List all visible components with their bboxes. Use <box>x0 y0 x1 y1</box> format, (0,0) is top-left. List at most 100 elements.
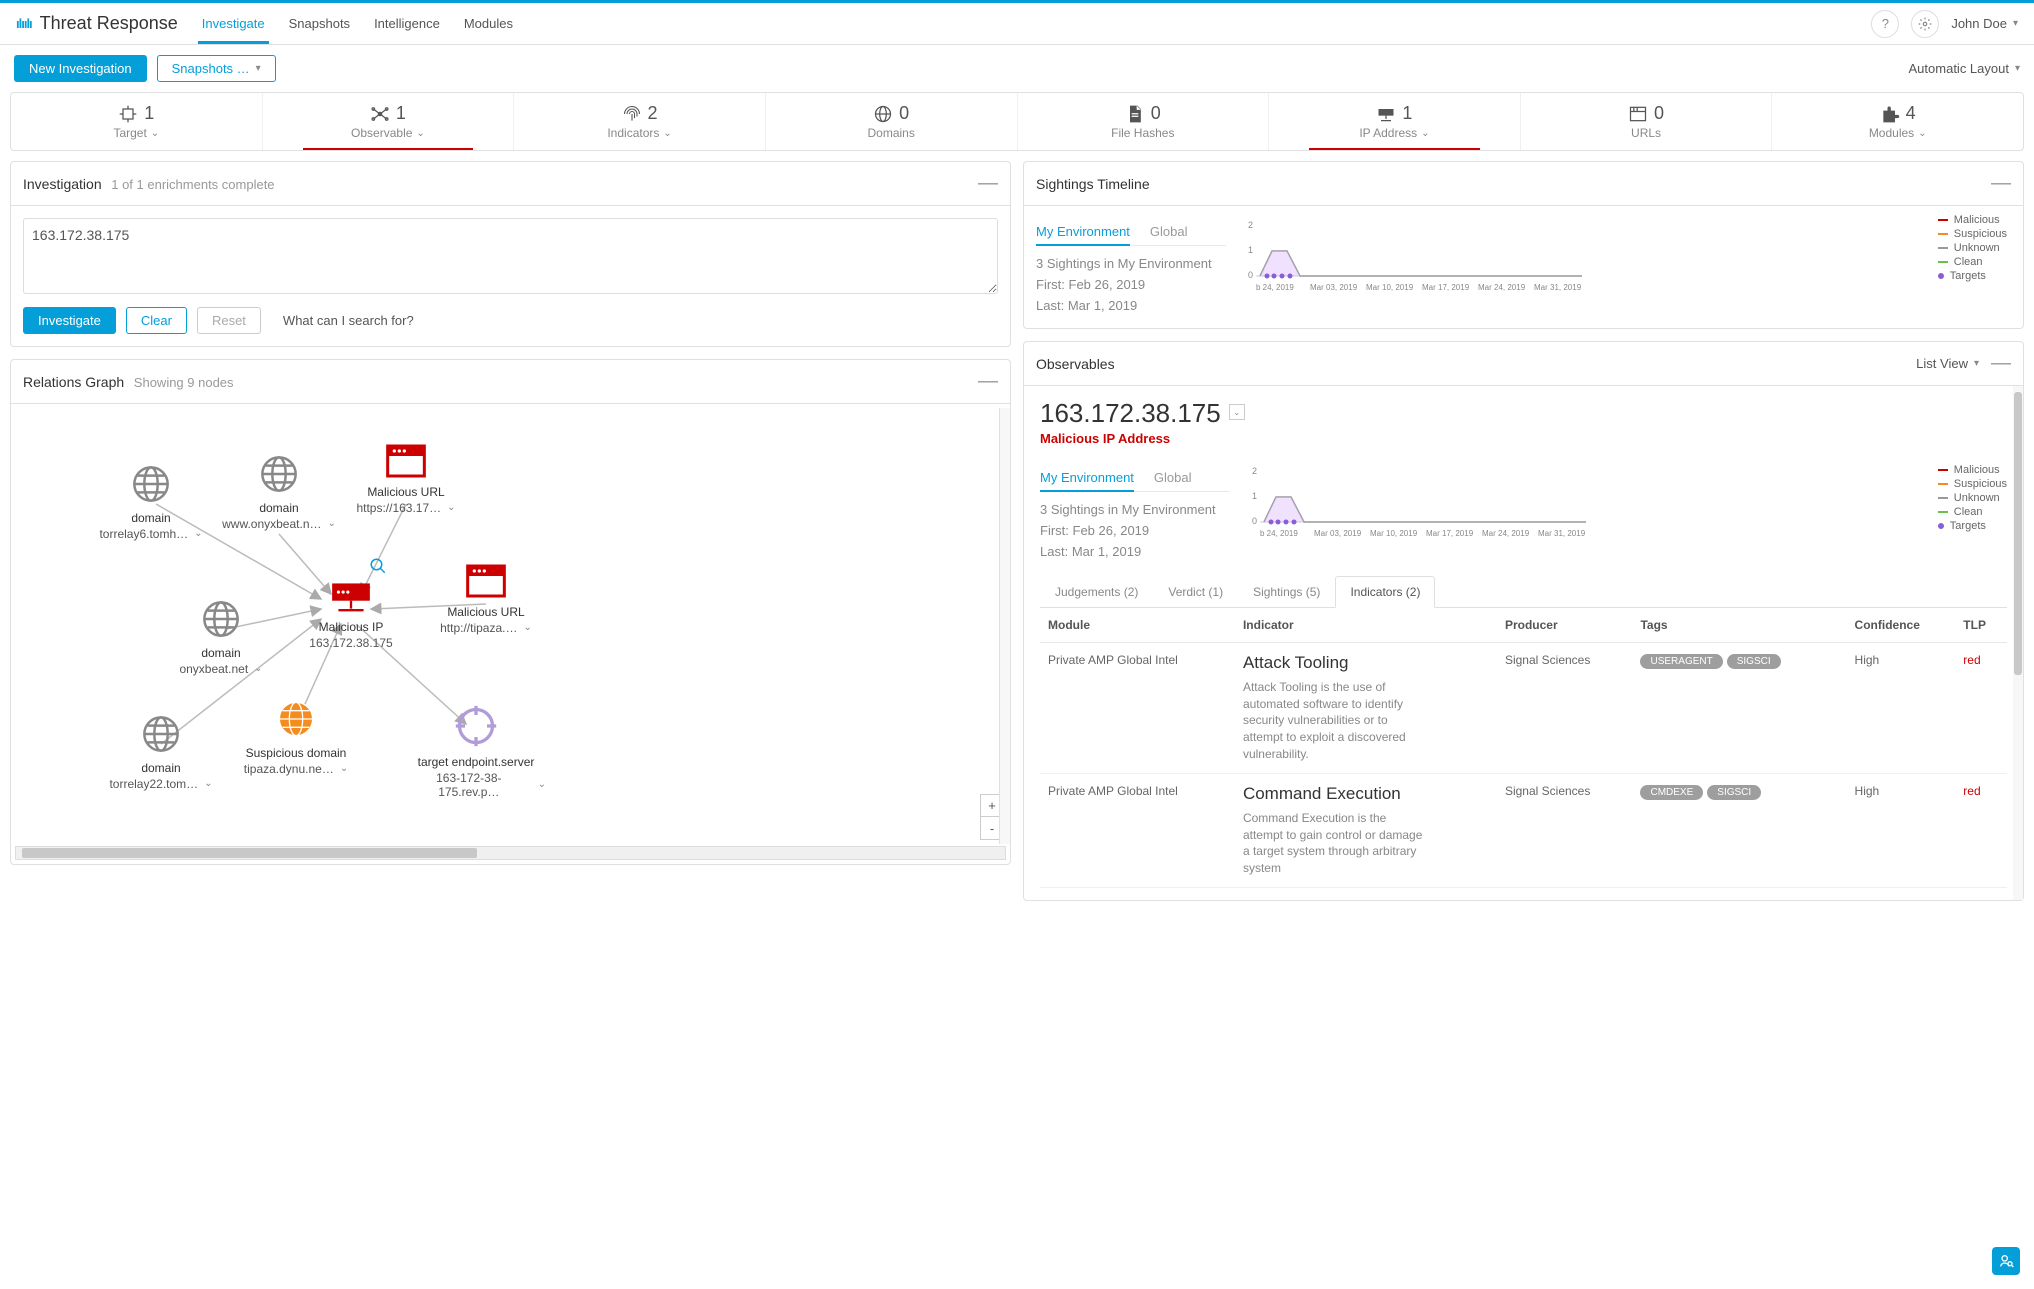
search-help-link[interactable]: What can I search for? <box>283 313 414 328</box>
right-column: Sightings Timeline — My Environment Glob… <box>1023 161 2024 901</box>
graph-node-domain[interactable]: domain torrelay6.tomh…⌄ <box>81 464 221 541</box>
globe-icon <box>141 714 181 754</box>
nav-snapshots[interactable]: Snapshots <box>289 4 350 43</box>
svg-text:b 24, 2019: b 24, 2019 <box>1256 283 1294 292</box>
observables-vscroll[interactable] <box>2013 386 2023 900</box>
new-investigation-button[interactable]: New Investigation <box>14 55 147 82</box>
col-tlp: TLP <box>1955 608 2007 643</box>
svg-text:Mar 24, 2019: Mar 24, 2019 <box>1482 529 1530 538</box>
observables-view-selector[interactable]: List View ▾ <box>1916 356 1979 371</box>
graph-node-url[interactable]: Malicious URL https://163.17…⌄ <box>336 444 476 515</box>
puzzle-icon <box>1880 104 1900 124</box>
server-icon <box>329 579 373 613</box>
svg-text:Mar 10, 2019: Mar 10, 2019 <box>1366 283 1414 292</box>
graph-node-target[interactable]: target endpoint.server 163-172-38-175.re… <box>406 704 546 799</box>
summary-bar: 1 Target⌄ 1 Observable⌄ 2 Indicators⌄ 0 … <box>10 92 2024 151</box>
svg-text:Mar 24, 2019: Mar 24, 2019 <box>1478 283 1526 292</box>
svg-text:2: 2 <box>1248 220 1253 230</box>
graph-node-url[interactable]: Malicious URL http://tipaza.…⌄ <box>416 564 556 635</box>
collapse-icon[interactable]: — <box>978 370 998 393</box>
chevron-down-icon: ⌄ <box>538 779 546 790</box>
graph-node-domain[interactable]: domain www.onyxbeat.n…⌄ <box>209 454 349 531</box>
summary-modules[interactable]: 4 Modules⌄ <box>1772 93 2023 150</box>
collapse-icon[interactable]: — <box>1991 352 2011 375</box>
panel-title: Observables <box>1036 356 1115 372</box>
collapse-icon[interactable]: — <box>1991 172 2011 195</box>
svg-text:Mar 31, 2019: Mar 31, 2019 <box>1534 283 1582 292</box>
col-producer: Producer <box>1497 608 1633 643</box>
investigation-panel: Investigation 1 of 1 enrichments complet… <box>10 161 1011 347</box>
subtab-indicators[interactable]: Indicators (2) <box>1335 576 1435 608</box>
subtab-judgements[interactable]: Judgements (2) <box>1040 576 1153 608</box>
summary-urls[interactable]: 0 URLs <box>1521 93 1773 150</box>
graph-node-domain[interactable]: domain onyxbeat.net⌄ <box>151 599 291 676</box>
sightings-count: 3 Sightings in My Environment <box>1040 500 1230 521</box>
tab-my-environment[interactable]: My Environment <box>1040 464 1134 491</box>
chevron-down-icon: ▾ <box>1974 358 1979 369</box>
graph-node-domain-suspicious[interactable]: Suspicious domain tipaza.dynu.ne…⌄ <box>226 699 366 776</box>
app-header: ılıılı Threat Response Investigate Snaps… <box>0 3 2034 45</box>
clear-button[interactable]: Clear <box>126 307 187 334</box>
globe-icon <box>276 699 316 739</box>
graph-node-domain[interactable]: domain torrelay22.tom…⌄ <box>91 714 231 791</box>
tag: CMDEXE <box>1640 785 1703 800</box>
chevron-down-icon: ⌄ <box>328 518 336 529</box>
indicator-title: Command Execution <box>1243 784 1489 804</box>
floating-action-button[interactable] <box>1992 1247 2020 1275</box>
summary-ipaddress[interactable]: 1 IP Address⌄ <box>1269 93 1521 150</box>
graph-hscroll[interactable] <box>15 846 1006 860</box>
svg-text:Mar 17, 2019: Mar 17, 2019 <box>1422 283 1470 292</box>
graph-node-ip[interactable]: Malicious IP 163.172.38.175 <box>281 579 421 650</box>
header-right: ? John Doe ▾ <box>1871 10 2018 38</box>
sightings-chart: 2 1 0 b 24, 2019 Mar 03, 2019 <box>1242 218 2011 316</box>
indicator-desc: Command Execution is the attempt to gain… <box>1243 810 1423 877</box>
observable-ip: 163.172.38.175 <box>1040 398 1221 429</box>
summary-domains[interactable]: 0 Domains <box>766 93 1018 150</box>
graph-canvas[interactable]: domain torrelay6.tomh…⌄ domain www.onyxb… <box>11 404 1010 864</box>
summary-filehashes[interactable]: 0 File Hashes <box>1018 93 1270 150</box>
investigate-button[interactable]: Investigate <box>23 307 116 334</box>
user-menu[interactable]: John Doe ▾ <box>1951 16 2018 31</box>
investigation-input[interactable] <box>23 218 998 294</box>
person-search-icon <box>1998 1253 2014 1269</box>
snapshots-menu-button[interactable]: Snapshots … ▾ <box>157 55 276 82</box>
tab-global[interactable]: Global <box>1154 464 1192 491</box>
tag: USERAGENT <box>1640 654 1722 669</box>
collapse-icon[interactable]: — <box>978 172 998 195</box>
observable-dropdown[interactable]: ⌄ <box>1229 404 1245 420</box>
reset-button[interactable]: Reset <box>197 307 261 334</box>
nav-intelligence[interactable]: Intelligence <box>374 4 440 43</box>
subtab-sightings[interactable]: Sightings (5) <box>1238 576 1335 608</box>
panel-title: Sightings Timeline <box>1036 176 1150 192</box>
table-row[interactable]: Private AMP Global Intel Command Executi… <box>1040 773 2007 887</box>
globe-icon <box>873 104 893 124</box>
main-content: Investigation 1 of 1 enrichments complet… <box>0 161 2034 911</box>
subtab-verdict[interactable]: Verdict (1) <box>1153 576 1238 608</box>
svg-text:Mar 31, 2019: Mar 31, 2019 <box>1538 529 1586 538</box>
chevron-down-icon: ▾ <box>256 63 261 74</box>
layout-selector[interactable]: Automatic Layout ▾ <box>1909 61 2020 76</box>
gear-icon[interactable] <box>1911 10 1939 38</box>
summary-target[interactable]: 1 Target⌄ <box>11 93 263 150</box>
sightings-count: 3 Sightings in My Environment <box>1036 254 1226 275</box>
col-indicator: Indicator <box>1235 608 1497 643</box>
tab-my-environment[interactable]: My Environment <box>1036 218 1130 245</box>
nav-investigate[interactable]: Investigate <box>202 4 265 43</box>
summary-indicators[interactable]: 2 Indicators⌄ <box>514 93 766 150</box>
summary-observable[interactable]: 1 Observable⌄ <box>263 93 515 150</box>
chevron-down-icon: ▾ <box>2013 18 2018 29</box>
toolbar: New Investigation Snapshots … ▾ Automati… <box>0 45 2034 92</box>
svg-text:0: 0 <box>1248 270 1253 280</box>
browser-icon <box>386 444 426 478</box>
svg-text:0: 0 <box>1252 516 1257 526</box>
nav-modules[interactable]: Modules <box>464 4 513 43</box>
help-icon[interactable]: ? <box>1871 10 1899 38</box>
tag: SIGSCI <box>1707 785 1761 800</box>
graph-icon <box>370 104 390 124</box>
globe-icon <box>131 464 171 504</box>
crosshair-icon <box>454 704 498 748</box>
tab-global[interactable]: Global <box>1150 218 1188 245</box>
globe-icon <box>259 454 299 494</box>
graph-vscroll[interactable] <box>999 408 1010 844</box>
table-row[interactable]: Private AMP Global Intel Attack Tooling … <box>1040 642 2007 773</box>
